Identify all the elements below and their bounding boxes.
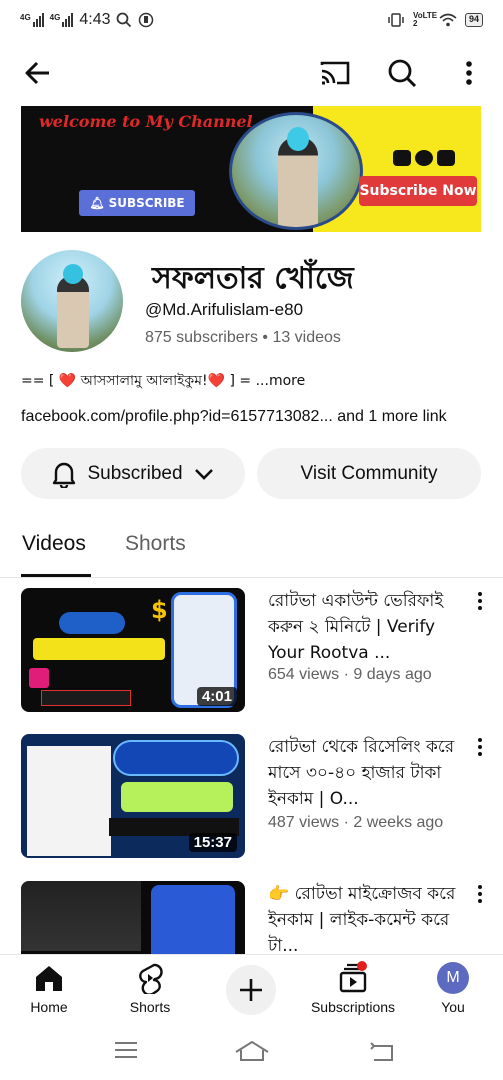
notification-dot	[357, 961, 367, 971]
home-outline-icon	[235, 1040, 269, 1061]
bell-icon: 🔔︎	[89, 196, 105, 210]
tab-videos[interactable]: Videos	[22, 532, 86, 556]
instagram-icon	[437, 150, 455, 166]
video-thumbnail[interactable]: 15:37	[21, 734, 245, 858]
system-navigation-bar	[0, 1022, 503, 1080]
search-status-icon	[117, 12, 132, 28]
heart-emoji: ❤️	[58, 373, 77, 389]
status-bar: 4G 4G 4:43 VoLTE 2 94	[0, 0, 503, 40]
cast-button[interactable]	[318, 56, 352, 90]
subscribed-button[interactable]: Subscribed	[21, 448, 245, 499]
create-button[interactable]	[226, 965, 276, 1015]
video-more-button[interactable]	[470, 736, 490, 758]
nav-shorts[interactable]: Shorts	[105, 961, 195, 1015]
video-title[interactable]: রোটভা একাউন্ট ভেরিফাই করুন ২ মিনিটে | Ve…	[268, 588, 464, 666]
plus-icon	[240, 979, 262, 1001]
wifi-icon	[439, 13, 457, 27]
signal-icon: 4G	[20, 13, 44, 27]
vibrate-icon	[388, 13, 404, 27]
video-item[interactable]: 15:37 রোটভা থেকে রিসেলিং করে মাসে ৩০-৪০ …	[0, 734, 503, 860]
channel-name: সফলতার খোঁজে	[152, 261, 354, 296]
banner-photo	[229, 112, 363, 230]
home-button[interactable]	[234, 1040, 270, 1066]
back-nav-icon	[370, 1042, 393, 1061]
nav-home[interactable]: Home	[4, 961, 94, 1015]
heart-emoji: ❤️	[207, 373, 226, 389]
video-duration: 4:01	[196, 687, 237, 706]
notification-icon	[139, 12, 154, 28]
banner-social-icons	[393, 150, 455, 166]
youtube-icon	[393, 150, 411, 166]
banner-subscribe-now-graphic: Subscribe Now	[359, 176, 477, 206]
channel-tabs: Videos Shorts	[0, 524, 503, 578]
channel-stats: 875 subscribers • 13 videos	[145, 329, 341, 346]
cast-icon	[320, 61, 350, 85]
user-avatar: M	[437, 962, 469, 994]
subscribed-label: Subscribed	[87, 462, 183, 484]
video-title[interactable]: রোটভা থেকে রিসেলিং করে মাসে ৩০-৪০ হাজার …	[268, 734, 464, 812]
tab-shorts[interactable]: Shorts	[125, 532, 186, 556]
more-vert-icon	[466, 61, 472, 85]
home-icon	[36, 966, 62, 991]
recents-button[interactable]	[114, 1040, 138, 1064]
battery-icon: 94	[464, 13, 483, 27]
visit-community-button[interactable]: Visit Community	[257, 448, 481, 499]
signal-icon: 4G	[50, 13, 74, 27]
channel-banner: welcome to My Channel 🔔︎ SUBSCRIBE Subsc…	[21, 106, 481, 232]
video-thumbnail[interactable]: $ 4:01	[21, 588, 245, 712]
back-nav-button[interactable]	[370, 1040, 396, 1066]
back-button[interactable]	[21, 56, 55, 90]
channel-links[interactable]: facebook.com/profile.php?id=6157713082..…	[21, 408, 447, 426]
volte-icon: VoLTE 2	[412, 11, 438, 28]
arrow-left-icon	[25, 61, 49, 85]
search-icon	[388, 59, 417, 88]
more-options-button[interactable]	[452, 56, 486, 90]
video-item[interactable]: $ 4:01 রোটভা একাউন্ট ভেরিফাই করুন ২ মিনি…	[0, 588, 503, 714]
nav-subscriptions[interactable]: Subscriptions	[307, 961, 399, 1015]
search-button[interactable]	[385, 56, 419, 90]
bottom-navigation: Home Shorts Subscriptions M You	[0, 954, 503, 1022]
active-tab-indicator	[21, 574, 91, 577]
video-meta: 654 views · 9 days ago	[268, 666, 432, 683]
banner-subscribe-graphic: 🔔︎ SUBSCRIBE	[79, 190, 195, 216]
facebook-icon	[415, 150, 433, 166]
video-meta: 487 views · 2 weeks ago	[268, 814, 444, 831]
video-more-button[interactable]	[470, 590, 490, 612]
bell-icon	[53, 462, 76, 488]
video-duration: 15:37	[188, 833, 237, 852]
banner-welcome-text: welcome to My Channel	[39, 112, 253, 131]
clock: 4:43	[79, 11, 111, 28]
menu-lines-icon	[115, 1042, 137, 1058]
nav-you[interactable]: M You	[408, 961, 498, 1015]
app-bar	[0, 44, 503, 102]
chevron-down-icon	[194, 468, 213, 480]
channel-description[interactable]: == [ ❤️ আসসালামু আলাইকুম!❤️ ] = ...more	[21, 369, 305, 393]
channel-handle: @Md.Arifulislam-e80	[145, 300, 304, 319]
shorts-icon	[139, 963, 163, 994]
video-more-button[interactable]	[470, 883, 490, 905]
video-title[interactable]: 👉 রোটভা মাইক্রোজব করে ইনকাম | লাইক-কমেন্…	[268, 881, 464, 959]
channel-avatar[interactable]	[21, 250, 123, 352]
